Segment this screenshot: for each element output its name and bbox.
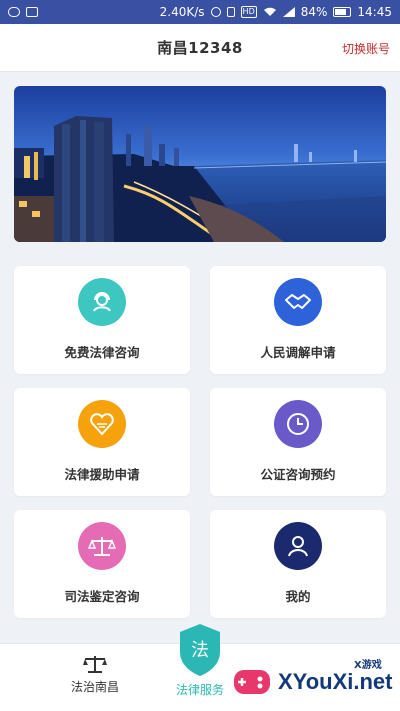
tile-label: 司法鉴定咨询 [64, 589, 140, 604]
notary-appointment-tile[interactable]: 公证咨询预约 [210, 388, 386, 496]
my-profile-tile[interactable]: 我的 [210, 510, 386, 618]
watermark: XYouXi.net X游戏 [232, 656, 398, 708]
battery-icon [333, 7, 352, 17]
scales-icon [83, 656, 107, 673]
law-shield-icon[interactable]: 法 [176, 622, 224, 678]
user-icon [274, 522, 322, 570]
clipboard-check-icon [26, 7, 38, 17]
city-night-photo [14, 86, 386, 242]
wifi-icon [263, 7, 276, 16]
free-legal-consult-tile[interactable]: 免费法律咨询 [14, 266, 190, 374]
banner-image[interactable] [14, 86, 386, 242]
tile-label: 免费法律咨询 [64, 345, 140, 360]
tile-label: 公证咨询预约 [260, 467, 336, 482]
handshake-icon [274, 278, 322, 326]
status-bar: 2.40K/s HD 84% 14:45 [0, 0, 400, 24]
vibrate-icon [226, 7, 235, 17]
heart-emblem-icon [78, 400, 126, 448]
judicial-appraisal-tile[interactable]: 司法鉴定咨询 [14, 510, 190, 618]
app-header: 南昌12348 切换账号 [0, 24, 400, 72]
watermark-small-text: X游戏 [354, 660, 382, 671]
legal-aid-application-tile[interactable]: 法律援助申请 [14, 388, 190, 496]
hd-badge: HD [240, 6, 257, 18]
tile-label: 我的 [285, 589, 311, 604]
alarm-icon [210, 7, 221, 17]
nav-label: 法治南昌 [70, 680, 119, 694]
page-title: 南昌12348 [157, 39, 243, 57]
nav-item-legal-service[interactable]: 法律服务 [166, 677, 234, 698]
tile-label: 法律援助申请 [64, 467, 140, 482]
gamepad-logo-icon [234, 670, 270, 694]
shield-character: 法 [191, 640, 209, 661]
battery-percent: 84% [300, 5, 328, 19]
wechat-icon [8, 7, 20, 17]
switch-account-button[interactable]: 切换账号 [342, 40, 390, 57]
signal-icon [282, 7, 295, 17]
clock-icon [274, 400, 322, 448]
nav-label: 法律服务 [175, 683, 224, 697]
watermark-text: XYouXi.net [278, 669, 393, 694]
headset-consult-icon [78, 278, 126, 326]
mediation-application-tile[interactable]: 人民调解申请 [210, 266, 386, 374]
scales-icon [78, 522, 126, 570]
nav-item-fazhi-nanchang[interactable]: 法治南昌 [62, 654, 128, 695]
network-speed: 2.40K/s [159, 5, 205, 19]
tile-label: 人民调解申请 [260, 345, 336, 360]
clock-time: 14:45 [357, 5, 392, 19]
